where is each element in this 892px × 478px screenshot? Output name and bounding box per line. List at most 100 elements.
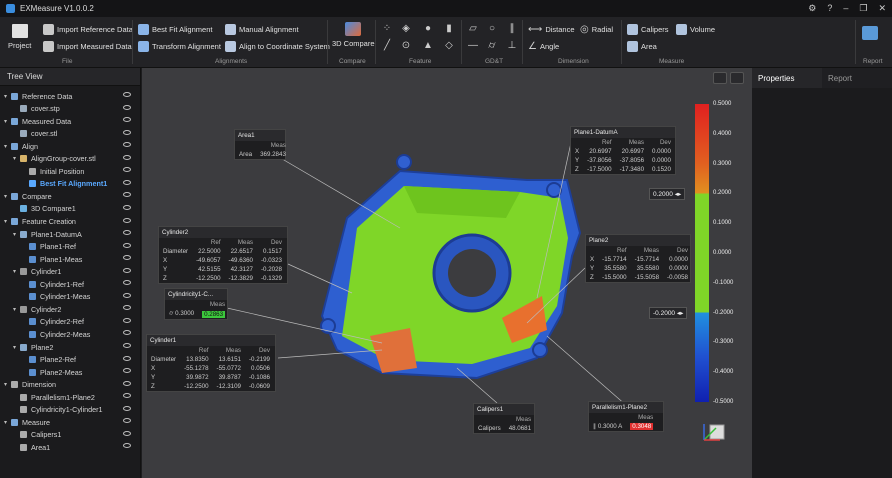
visibility-eye-icon[interactable] <box>123 154 131 160</box>
expand-arrow-icon[interactable]: ▾ <box>13 306 20 313</box>
manual-alignment-button[interactable]: Manual Alignment <box>225 24 299 35</box>
tree-item[interactable]: ▾ Measure <box>0 416 141 428</box>
expand-arrow-icon[interactable]: ▾ <box>4 93 11 100</box>
cylinder-tool-icon[interactable]: ▮ <box>443 23 455 34</box>
compare-3d-button[interactable]: 3D Compare <box>332 22 375 48</box>
visibility-eye-icon[interactable] <box>123 142 131 148</box>
visibility-eye-icon[interactable] <box>123 104 131 110</box>
visibility-eye-icon[interactable] <box>123 92 131 97</box>
distance-button[interactable]: ⟷ Distance <box>528 24 575 35</box>
calipers-button[interactable]: Calipers <box>627 24 669 35</box>
parallelism-box[interactable]: Parallelism1-Plane2 Meas ∥ 0.3000 A 0.30… <box>588 401 664 432</box>
lower-threshold-marker[interactable]: -0.2000 ◂▸ <box>649 307 688 319</box>
straightness-icon[interactable]: — <box>467 40 479 51</box>
visibility-eye-icon[interactable] <box>123 418 131 424</box>
visibility-eye-icon[interactable] <box>123 204 131 210</box>
tree-item[interactable]: ▾ Cylinder1 <box>0 266 141 278</box>
visibility-eye-icon[interactable] <box>123 230 131 236</box>
cylinder1-box[interactable]: Cylinder1 Ref Meas Dev Diameter 13.8350 13.61… <box>146 334 276 392</box>
cone-tool-icon[interactable]: ▲ <box>422 40 434 51</box>
transform-alignment-button[interactable]: Transform Alignment <box>138 41 221 52</box>
tree-item[interactable]: Plane1-Ref <box>0 241 141 253</box>
visibility-eye-icon[interactable] <box>123 280 131 286</box>
circle-tool-icon[interactable]: ⊙ <box>400 40 412 51</box>
tree-item[interactable]: ▾ Dimension <box>0 379 141 391</box>
visibility-eye-icon[interactable] <box>123 167 131 173</box>
expand-arrow-icon[interactable]: ▾ <box>4 218 11 225</box>
area1-box[interactable]: Area1 Meas Area 369.2843 <box>234 129 286 160</box>
tree-item[interactable]: Plane1-Meas <box>0 253 141 265</box>
visibility-eye-icon[interactable] <box>123 267 131 273</box>
flatness-icon[interactable]: ▱ <box>467 23 479 34</box>
visibility-eye-icon[interactable] <box>123 179 131 185</box>
slot-tool-icon[interactable]: ◇ <box>443 40 455 51</box>
tree-item[interactable]: Parallelism1-Plane2 <box>0 391 141 403</box>
line-tool-icon[interactable]: ╱ <box>381 40 393 51</box>
tree-item[interactable]: ▾ Compare <box>0 190 141 202</box>
expand-arrow-icon[interactable]: ▾ <box>4 118 11 125</box>
visibility-eye-icon[interactable] <box>123 443 131 449</box>
visibility-eye-icon[interactable] <box>123 343 131 348</box>
visibility-eye-icon[interactable] <box>123 393 131 399</box>
tree-item[interactable]: Plane2-Meas <box>0 366 141 378</box>
visibility-eye-icon[interactable] <box>123 217 131 223</box>
visibility-eye-icon[interactable] <box>123 117 131 123</box>
cylinder2-box[interactable]: Cylinder2 Ref Meas Dev Diameter 22.5000 22.65… <box>158 226 288 284</box>
tree-item[interactable]: ▾ AlignGroup-cover.stl <box>0 153 141 165</box>
expand-arrow-icon[interactable]: ▾ <box>4 193 11 200</box>
align-coordinate-button[interactable]: Align to Coordinate System <box>225 41 330 52</box>
project-button[interactable]: Project <box>8 24 31 50</box>
upper-threshold-marker[interactable]: 0.2000 ◂▸ <box>649 188 686 200</box>
plane1-box[interactable]: Plane1-DatumA Ref Meas Dev X 20.6997 20.6997 0… <box>570 126 676 175</box>
visibility-eye-icon[interactable] <box>123 380 131 386</box>
tree-item[interactable]: Plane2-Ref <box>0 354 141 366</box>
help-icon[interactable]: ? <box>827 3 832 14</box>
radial-button[interactable]: ◎ Radial <box>580 24 613 35</box>
circularity-icon[interactable]: ○ <box>486 23 498 34</box>
plane2-box[interactable]: Plane2 Ref Meas Dev X -15.7714 -15.7714 0.0000… <box>585 234 691 283</box>
visibility-eye-icon[interactable] <box>123 405 131 411</box>
tree-item[interactable]: ▾ Align <box>0 140 141 152</box>
tab-properties[interactable]: Properties <box>752 68 822 88</box>
visibility-eye-icon[interactable] <box>123 368 131 374</box>
tree-item[interactable]: ▾ Cylinder2 <box>0 303 141 315</box>
expand-arrow-icon[interactable]: ▾ <box>4 419 11 426</box>
plane-tool-icon[interactable]: ◈ <box>400 23 412 34</box>
report-button[interactable] <box>862 26 878 43</box>
visibility-eye-icon[interactable] <box>123 292 131 298</box>
3d-viewport[interactable]: Area1 Meas Area 369.2843 Plane1-DatumA Re… <box>142 68 752 478</box>
tree-item[interactable]: Calipers1 <box>0 429 141 441</box>
import-reference-button[interactable]: Import Reference Data <box>43 24 133 35</box>
tree-item[interactable]: Initial Position <box>0 165 141 177</box>
tree-item[interactable]: ▾ Plane1-DatumA <box>0 228 141 240</box>
tree-item[interactable]: ▾ Reference Data <box>0 90 141 102</box>
settings-icon[interactable]: ⚙ <box>808 3 816 14</box>
tree-item[interactable]: Cylinder2-Meas <box>0 328 141 340</box>
expand-arrow-icon[interactable]: ▾ <box>13 155 20 162</box>
tree-item[interactable]: Best Fit Alignment1 <box>0 178 141 190</box>
close-button[interactable]: ✕ <box>878 3 886 14</box>
visibility-eye-icon[interactable] <box>123 242 131 248</box>
tree-item[interactable]: Cylinder1-Meas <box>0 291 141 303</box>
expand-arrow-icon[interactable]: ▾ <box>4 381 11 388</box>
visibility-eye-icon[interactable] <box>123 430 131 436</box>
tree-item[interactable]: 3D Compare1 <box>0 203 141 215</box>
cylindricity-icon[interactable]: ⌭ <box>486 40 498 51</box>
tree-item[interactable]: ▾ Plane2 <box>0 341 141 353</box>
import-measured-button[interactable]: Import Measured Data <box>43 41 132 52</box>
tree-item[interactable]: cover.stp <box>0 103 141 115</box>
tree-item[interactable]: Cylinder2-Ref <box>0 316 141 328</box>
cylindricity-box[interactable]: Cylindricity1-C... Meas ⌭ 0.3000 0.2863 <box>164 288 228 320</box>
tree-item[interactable]: ▾ Feature Creation <box>0 216 141 228</box>
tree-item[interactable]: Cylinder1-Ref <box>0 278 141 290</box>
tree-item[interactable]: Cylindricity1-Cylinder1 <box>0 404 141 416</box>
expand-arrow-icon[interactable]: ▾ <box>4 143 11 150</box>
best-fit-button[interactable]: Best Fit Alignment <box>138 24 212 35</box>
angle-button[interactable]: ∠ Angle <box>528 41 559 52</box>
restore-button[interactable]: ❐ <box>859 3 867 14</box>
visibility-eye-icon[interactable] <box>123 192 131 198</box>
tab-report[interactable]: Report <box>822 68 892 88</box>
tree-item[interactable]: cover.stl <box>0 128 141 140</box>
visibility-eye-icon[interactable] <box>123 129 131 135</box>
visibility-eye-icon[interactable] <box>123 330 131 336</box>
